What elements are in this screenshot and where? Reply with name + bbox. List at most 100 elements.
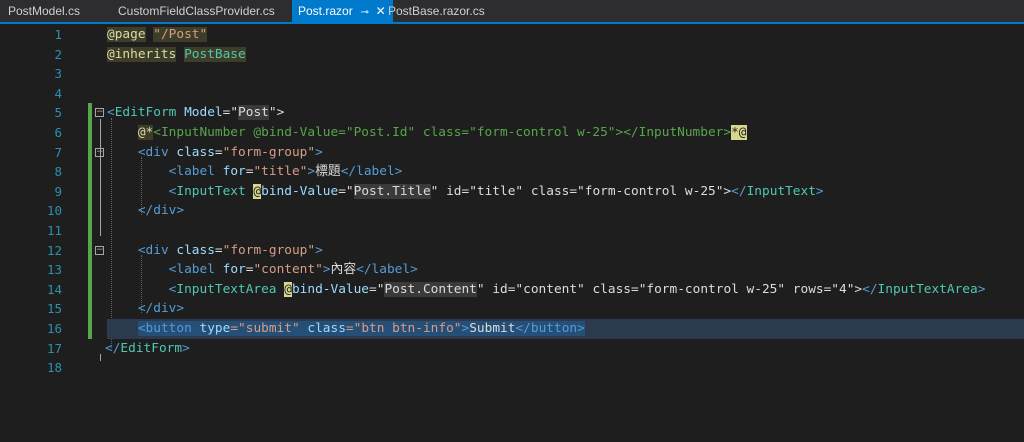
- collapse-icon[interactable]: −: [95, 108, 104, 118]
- string: "form-group": [222, 144, 316, 160]
- code-line-10: 10 </div>: [0, 201, 1024, 221]
- code-line-8: 8 <label for="title">標題</label>: [0, 162, 1024, 182]
- punct: >: [577, 321, 585, 336]
- line-number: 17: [46, 340, 62, 356]
- punct: >: [176, 203, 185, 219]
- html-tag: button: [530, 321, 578, 336]
- line-number: 10: [46, 203, 62, 219]
- component-tag: EditForm: [120, 340, 183, 356]
- code-line-4: 4: [0, 84, 1024, 104]
- change-marker: [88, 162, 92, 182]
- collapse-icon[interactable]: −: [95, 147, 104, 157]
- tab-label: Post.razor: [298, 4, 353, 18]
- punct: =: [214, 144, 223, 160]
- code-line-15: 15 </div>: [0, 299, 1024, 319]
- line-number: 4: [54, 85, 62, 101]
- string: ="btn btn-info": [345, 321, 462, 336]
- close-icon[interactable]: ✕: [375, 0, 387, 22]
- code-line-5: 5 − <EditForm Model="Post">: [0, 103, 1024, 123]
- line-number: 15: [46, 301, 62, 317]
- tab-bar: PostModel.cs CustomFieldClassProvider.cs…: [0, 0, 1024, 24]
- text-content: 內容: [330, 262, 357, 278]
- attribute: bind-Value: [261, 183, 339, 199]
- collapse-icon[interactable]: −: [95, 245, 104, 255]
- string: "/Post": [153, 27, 208, 42]
- attributes: id="content" class="form-control w-25" r…: [484, 281, 863, 297]
- code-line-17: 17 </EditForm>: [0, 339, 1024, 359]
- punct: ": [476, 281, 485, 297]
- change-marker: [88, 319, 92, 339]
- punct: >: [307, 164, 316, 180]
- line-number: 13: [46, 262, 62, 278]
- punct: </: [731, 183, 747, 199]
- tab-postbase-razor-cs[interactable]: PostBase.razor.cs: [388, 0, 485, 22]
- attribute: class: [176, 144, 215, 160]
- type-name: PostBase: [184, 46, 246, 62]
- component-tag: InputTextArea: [877, 281, 978, 297]
- tab-postmodel[interactable]: PostModel.cs: [8, 0, 80, 22]
- line-number: 3: [54, 66, 62, 82]
- tab-label: PostBase.razor.cs: [388, 4, 485, 18]
- html-tag: div: [145, 144, 169, 160]
- line-number: 16: [46, 321, 62, 336]
- attribute: for: [222, 262, 246, 278]
- value: Post: [238, 105, 269, 121]
- code-line-12: 12 − <div class="form-group">: [0, 240, 1024, 261]
- attribute: for: [222, 164, 246, 180]
- attribute: bind-Value: [291, 281, 370, 297]
- pin-icon[interactable]: ⊸: [359, 2, 371, 24]
- string: "title": [253, 164, 308, 180]
- line-number: 2: [54, 46, 62, 62]
- punct: <: [137, 321, 146, 336]
- code-line-7: 7 − <div class="form-group">: [0, 142, 1024, 163]
- code-line-2: 2 @inherits PostBase: [0, 45, 1024, 65]
- tab-label: PostModel.cs: [8, 4, 81, 18]
- change-marker: [88, 103, 92, 123]
- tab-post-razor[interactable]: Post.razor ⊸ ✕: [292, 0, 393, 22]
- string: "content": [253, 262, 323, 278]
- razor-comment-end: *@: [731, 125, 747, 140]
- razor-comment-start: @*: [137, 125, 154, 140]
- punct: =": [369, 281, 385, 297]
- punct: >: [410, 262, 418, 278]
- change-marker: [88, 260, 92, 280]
- punct: >: [977, 281, 986, 297]
- line-number: 5: [54, 105, 62, 121]
- punct: >: [815, 183, 824, 199]
- punct: <: [107, 105, 115, 121]
- code-editor[interactable]: 1 @page "/Post" 2 @inherits PostBase 3 4…: [0, 24, 1024, 442]
- punct: </: [356, 262, 372, 278]
- punct: =": [338, 183, 354, 199]
- code-line-6: 6 @*<InputNumber @bind-Value="Post.Id" c…: [0, 123, 1024, 143]
- punct: >: [394, 164, 403, 180]
- component-tag: EditForm: [114, 105, 177, 121]
- line-number: 12: [46, 242, 62, 258]
- punct: </: [105, 340, 121, 356]
- punct: >: [322, 262, 331, 278]
- line-number: 7: [54, 144, 62, 160]
- punct: <: [137, 242, 146, 258]
- value: Post.Content: [384, 281, 477, 297]
- component-tag: InputTextArea: [176, 281, 277, 297]
- change-marker: [88, 201, 92, 221]
- attribute: class: [176, 242, 215, 258]
- code-line-13: 13 <label for="content">內容</label>: [0, 260, 1024, 280]
- punct: =: [214, 242, 223, 258]
- punct: >: [315, 144, 323, 160]
- html-tag: label: [176, 164, 215, 180]
- code-line-3: 3: [0, 64, 1024, 84]
- tab-customfieldclassprovider[interactable]: CustomFieldClassProvider.cs: [118, 0, 275, 22]
- punct: </: [515, 321, 531, 336]
- html-tag: label: [356, 164, 395, 180]
- line-number: 14: [46, 281, 62, 297]
- change-marker: [88, 299, 92, 319]
- code-line-11: 11: [0, 221, 1024, 241]
- line-number: 11: [46, 223, 62, 238]
